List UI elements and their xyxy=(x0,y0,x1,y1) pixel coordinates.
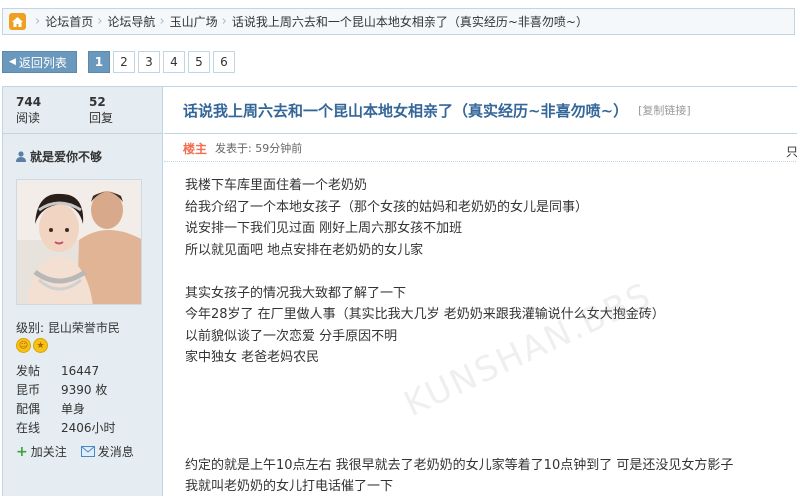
post-line: 我楼下车库里面住着一个老奶奶 xyxy=(185,178,368,193)
user-icon xyxy=(16,151,26,162)
thread-container: 744 阅读 52 回复 就是爱你不够 级别: 昆山荣誉市民 ☺ ★ 发帖 16… xyxy=(2,86,797,496)
only-see-author-link[interactable]: 只 xyxy=(786,143,797,160)
envelope-icon xyxy=(80,446,95,457)
page-4-button[interactable]: 4 xyxy=(162,51,185,73)
post-line xyxy=(185,261,797,283)
breadcrumb-forum-home[interactable]: 论坛首页 xyxy=(45,13,93,30)
thread-title: 话说我上周六去和一个昆山本地女相亲了（真实经历~非喜勿喷~） xyxy=(183,101,629,120)
post-header: 楼主 发表于: 59分钟前 只 xyxy=(164,135,797,162)
posts-row: 发帖 16447 xyxy=(16,361,162,380)
coins-value: 9390 枚 xyxy=(61,383,108,397)
back-to-list-label: 返回列表 xyxy=(18,55,67,70)
page-5-button[interactable]: 5 xyxy=(187,51,210,73)
online-value: 2406小时 xyxy=(61,421,116,435)
post-line xyxy=(185,433,797,455)
spouse-label: 配偶 xyxy=(16,402,41,416)
breadcrumb-separator: › xyxy=(221,14,227,29)
author-avatar[interactable] xyxy=(16,179,142,305)
add-follow-label: 加关注 xyxy=(30,445,67,459)
first-post: 楼主 发表于: 59分钟前 只 我楼下车库里面住着一个老奶奶 给我介绍了一个本地… xyxy=(164,135,797,496)
online-row: 在线 2406小时 xyxy=(16,418,162,437)
post-line: 我就叫老奶奶的女儿打电话催了一下 xyxy=(185,479,394,494)
spouse-row: 配偶 单身 xyxy=(16,399,162,418)
post-time: 发表于: 59分钟前 xyxy=(215,142,303,155)
author-stats: 发帖 16447 昆币 9390 枚 配偶 单身 在线 2406小时 xyxy=(16,361,162,437)
smiley-medal-icon: ☺ xyxy=(16,338,31,353)
post-line: 说安排一下我们见过面 刚好上周六那女孩不加班 xyxy=(185,221,463,236)
page-6-button[interactable]: 6 xyxy=(212,51,235,73)
breadcrumb-yushan-square[interactable]: 玉山广场 xyxy=(170,13,218,30)
post-content: 我楼下车库里面住着一个老奶奶 给我介绍了一个本地女孩子（那个女孩的姑妈和老奶奶的… xyxy=(164,162,797,496)
page-2-button[interactable]: 2 xyxy=(112,51,135,73)
post-line: 所以就见面吧 地点安排在老奶奶的女儿家 xyxy=(185,242,424,258)
replies-stat: 52 回复 xyxy=(89,95,162,133)
star-medal-icon: ★ xyxy=(33,338,48,353)
posts-value: 16447 xyxy=(61,363,100,378)
post-line xyxy=(185,390,797,412)
send-message-label: 发消息 xyxy=(97,445,134,459)
post-line: 给我介绍了一个本地女孩子（那个女孩的姑妈和老奶奶的女儿是同事） xyxy=(185,199,589,215)
page-1-button[interactable]: 1 xyxy=(87,51,110,73)
thread-title-bar: 话说我上周六去和一个昆山本地女相亲了（真实经历~非喜勿喷~） [复制链接] xyxy=(164,87,797,134)
replies-count: 52 xyxy=(89,95,106,109)
author-actions: + 加关注 发消息 xyxy=(16,443,162,460)
thread-stats: 744 阅读 52 回复 xyxy=(3,87,162,134)
back-to-list-button[interactable]: ◀ 返回列表 xyxy=(2,51,77,73)
post-line: 今年28岁了 在厂里做人事（其实比我大几岁 老奶奶来跟我灌输说什么女大抱金砖） xyxy=(185,307,665,322)
home-icon xyxy=(8,13,26,30)
post-line xyxy=(185,369,797,391)
copy-link-button[interactable]: [复制链接] xyxy=(638,102,691,118)
breadcrumb-forum-nav[interactable]: 论坛导航 xyxy=(107,13,155,30)
coins-label: 昆币 xyxy=(16,383,41,397)
views-count: 744 xyxy=(16,95,42,109)
post-line: 约定的就是上午10点左右 我很早就去了老奶奶的女儿家等着了10点钟到了 可是还没… xyxy=(185,457,734,473)
send-message-button[interactable]: 发消息 xyxy=(80,443,134,460)
post-line: 家中独女 老爸老妈农民 xyxy=(185,350,320,365)
post-line: 以前貌似谈了一次恋爱 分手原因不明 xyxy=(185,328,398,344)
coins-row: 昆币 9390 枚 xyxy=(16,380,162,399)
page-3-button[interactable]: 3 xyxy=(137,51,160,73)
pagination: ◀ 返回列表 1 2 3 4 5 6 xyxy=(2,51,235,73)
post-line: 其实女孩子的情况我大致都了解了一下 xyxy=(185,285,407,301)
breadcrumb-separator: › xyxy=(97,14,103,29)
level-label: 级别: xyxy=(16,321,45,335)
breadcrumb: › 论坛首页 › 论坛导航 › 玉山广场 › 话说我上周六去和一个昆山本地女相亲… xyxy=(2,8,795,35)
breadcrumb-current: 话说我上周六去和一个昆山本地女相亲了（真实经历~非喜勿喷~） xyxy=(231,15,588,29)
posts-label: 发帖 xyxy=(16,364,41,378)
spouse-value: 单身 xyxy=(61,402,86,416)
breadcrumb-separator: › xyxy=(159,14,165,29)
author-name-row: 就是爱你不够 xyxy=(16,148,162,165)
online-label: 在线 xyxy=(16,421,41,435)
author-name-link[interactable]: 就是爱你不够 xyxy=(30,148,102,165)
views-label: 阅读 xyxy=(16,111,41,125)
home-button[interactable] xyxy=(3,9,31,34)
author-sidebar: 744 阅读 52 回复 就是爱你不够 级别: 昆山荣誉市民 ☺ ★ 发帖 16… xyxy=(3,87,163,496)
op-badge: 楼主 xyxy=(183,141,208,156)
medal-row: ☺ ★ xyxy=(16,338,162,353)
author-level: 级别: 昆山荣誉市民 xyxy=(16,319,162,336)
level-value: 昆山荣誉市民 xyxy=(47,321,120,335)
plus-icon: + xyxy=(16,443,28,460)
replies-label: 回复 xyxy=(89,111,114,125)
author-profile: 就是爱你不够 级别: 昆山荣誉市民 ☺ ★ 发帖 16447 昆币 9390 枚… xyxy=(3,134,162,460)
add-follow-button[interactable]: + 加关注 xyxy=(16,443,67,460)
views-stat: 744 阅读 xyxy=(16,95,89,133)
back-arrow-icon: ◀ xyxy=(9,57,16,67)
breadcrumb-separator: › xyxy=(35,14,41,29)
post-line xyxy=(185,412,797,434)
